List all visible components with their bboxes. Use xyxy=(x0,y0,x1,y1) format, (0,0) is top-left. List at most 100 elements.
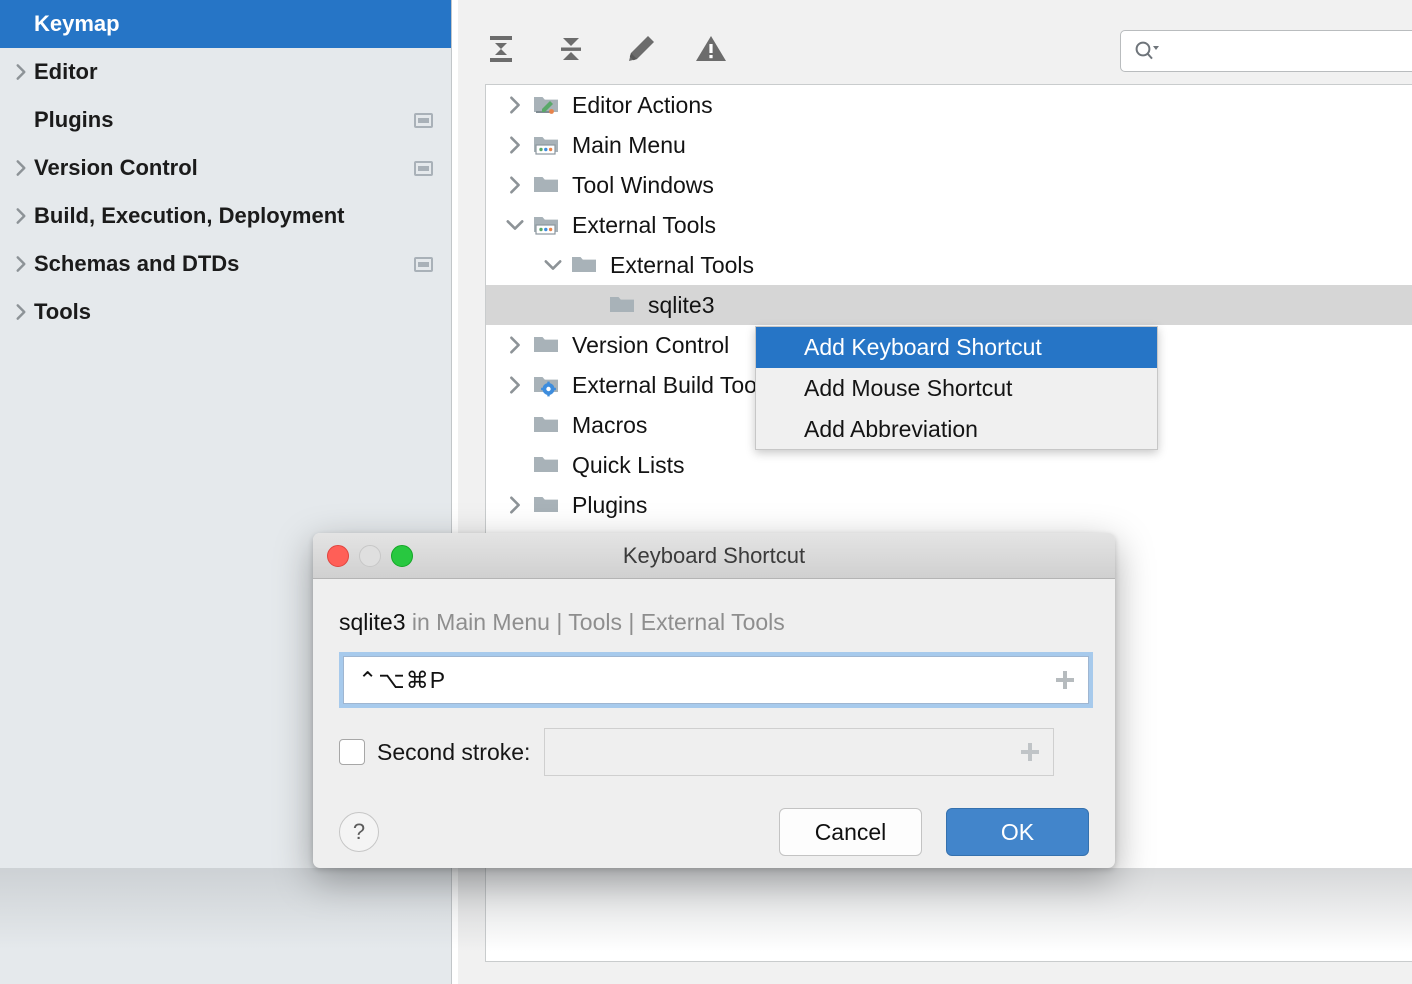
chevron-right-icon[interactable] xyxy=(498,333,532,357)
keymap-settings-screen: Keymap Editor Plugins Version Control Build,… xyxy=(0,0,1412,984)
tree-row-label: Quick Lists xyxy=(572,452,684,479)
tree-row[interactable]: Tool Windows xyxy=(486,165,1412,205)
second-stroke-label: Second stroke: xyxy=(377,739,530,766)
project-scope-icon xyxy=(414,161,433,176)
collapse-all-button[interactable] xyxy=(550,28,592,70)
folder-icon xyxy=(532,451,566,479)
chevron-right-icon[interactable] xyxy=(8,301,34,323)
project-scope-icon xyxy=(414,113,433,128)
close-button[interactable] xyxy=(327,545,349,567)
tree-row[interactable]: Quick Lists xyxy=(486,445,1412,485)
second-stroke-checkbox[interactable] xyxy=(339,739,365,765)
plus-icon[interactable] xyxy=(1015,737,1045,767)
shortcut-input[interactable]: ⌃⌥⌘P xyxy=(343,656,1089,704)
minimize-button[interactable] xyxy=(359,545,381,567)
folder-menu-icon xyxy=(532,211,566,239)
chevron-right-icon[interactable] xyxy=(498,173,532,197)
chevron-down-icon[interactable] xyxy=(498,213,532,237)
search-input[interactable] xyxy=(1167,37,1412,65)
tree-row[interactable]: Editor Actions xyxy=(486,85,1412,125)
folder-menu-icon xyxy=(532,131,566,159)
tree-row-label: sqlite3 xyxy=(648,292,714,319)
sidebar-item-keymap[interactable]: Keymap xyxy=(0,0,451,48)
cancel-button[interactable]: Cancel xyxy=(779,808,922,856)
sidebar-item-editor[interactable]: Editor xyxy=(0,48,451,96)
tree-row[interactable]: Main Menu xyxy=(486,125,1412,165)
second-stroke-row: Second stroke: xyxy=(339,728,1089,776)
tree-row-label: Macros xyxy=(572,412,647,439)
pencil-icon xyxy=(624,32,658,66)
chevron-right-icon[interactable] xyxy=(8,253,34,275)
zoom-button[interactable] xyxy=(391,545,413,567)
dialog-button-row: ? Cancel OK xyxy=(339,808,1089,856)
expand-all-button[interactable] xyxy=(480,28,522,70)
sidebar-item-label: Tools xyxy=(34,299,91,325)
context-menu-item[interactable]: Add Mouse Shortcut xyxy=(756,368,1157,409)
keymap-toolbar xyxy=(458,8,1412,83)
dialog-titlebar: Keyboard Shortcut xyxy=(313,533,1115,579)
chevron-right-icon[interactable] xyxy=(498,93,532,117)
folder-icon xyxy=(532,331,566,359)
folder-icon xyxy=(532,491,566,519)
expand-all-icon xyxy=(484,32,518,66)
tree-row-label: Tool Windows xyxy=(572,172,714,199)
sidebar-item-build-execution-deployment[interactable]: Build, Execution, Deployment xyxy=(0,192,451,240)
folder-icon xyxy=(532,411,566,439)
shortcut-context-menu: Add Keyboard ShortcutAdd Mouse ShortcutA… xyxy=(755,326,1158,450)
folder-icon xyxy=(532,171,566,199)
keyboard-shortcut-dialog: Keyboard Shortcut sqlite3 in Main Menu |… xyxy=(313,533,1115,868)
tree-row-label: External Tools xyxy=(572,212,716,239)
tree-row[interactable]: External Tools xyxy=(486,205,1412,245)
chevron-down-icon[interactable] xyxy=(536,253,570,277)
window-controls xyxy=(327,545,413,567)
sidebar-item-schemas-and-dtds[interactable]: Schemas and DTDs xyxy=(0,240,451,288)
tree-row[interactable]: Plugins xyxy=(486,485,1412,525)
tree-row-label: Main Menu xyxy=(572,132,686,159)
chevron-right-icon[interactable] xyxy=(8,61,34,83)
tree-row-label: Plugins xyxy=(572,492,647,519)
find-conflicts-button[interactable] xyxy=(690,28,732,70)
breadcrumb-action: sqlite3 xyxy=(339,609,405,635)
warning-triangle-icon xyxy=(694,32,728,66)
sidebar-item-label: Schemas and DTDs xyxy=(34,251,239,277)
help-button[interactable]: ? xyxy=(339,812,379,852)
context-menu-item[interactable]: Add Keyboard Shortcut xyxy=(756,327,1157,368)
breadcrumb-path: in Main Menu | Tools | External Tools xyxy=(412,609,785,635)
project-scope-icon xyxy=(414,257,433,272)
folder-icon xyxy=(608,291,642,319)
tree-row-label: Editor Actions xyxy=(572,92,713,119)
sidebar-item-label: Version Control xyxy=(34,155,198,181)
edit-shortcut-button[interactable] xyxy=(620,28,662,70)
dialog-body: sqlite3 in Main Menu | Tools | External … xyxy=(313,579,1115,856)
chevron-right-icon[interactable] xyxy=(498,133,532,157)
sidebar-item-label: Plugins xyxy=(34,107,113,133)
context-menu-item[interactable]: Add Abbreviation xyxy=(756,409,1157,450)
chevron-right-icon[interactable] xyxy=(8,205,34,227)
ok-button[interactable]: OK xyxy=(946,808,1089,856)
sidebar-item-label: Editor xyxy=(34,59,98,85)
chevron-right-icon[interactable] xyxy=(498,493,532,517)
sidebar-item-version-control[interactable]: Version Control xyxy=(0,144,451,192)
toolbar-button-group xyxy=(480,28,732,70)
dialog-title: Keyboard Shortcut xyxy=(313,543,1115,569)
search-icon xyxy=(1133,40,1159,62)
tree-row[interactable]: sqlite3 xyxy=(486,285,1412,325)
chevron-right-icon[interactable] xyxy=(8,157,34,179)
action-breadcrumb: sqlite3 in Main Menu | Tools | External … xyxy=(339,609,1089,636)
sidebar-item-tools[interactable]: Tools xyxy=(0,288,451,336)
search-field[interactable] xyxy=(1120,30,1412,72)
sidebar-item-label: Build, Execution, Deployment xyxy=(34,203,344,229)
folder-icon xyxy=(570,251,604,279)
tree-row[interactable]: External Tools xyxy=(486,245,1412,285)
chevron-right-icon[interactable] xyxy=(498,373,532,397)
collapse-all-icon xyxy=(554,32,588,66)
shortcut-value: ⌃⌥⌘P xyxy=(358,667,446,694)
tree-row-label: External Tools xyxy=(610,252,754,279)
folder-editor-icon xyxy=(532,91,566,119)
plus-icon[interactable] xyxy=(1050,665,1080,695)
folder-gear-icon xyxy=(532,371,566,399)
first-stroke-row: ⌃⌥⌘P xyxy=(339,656,1089,704)
second-stroke-input[interactable] xyxy=(544,728,1054,776)
tree-row-label: Version Control xyxy=(572,332,729,359)
sidebar-item-plugins[interactable]: Plugins xyxy=(0,96,451,144)
